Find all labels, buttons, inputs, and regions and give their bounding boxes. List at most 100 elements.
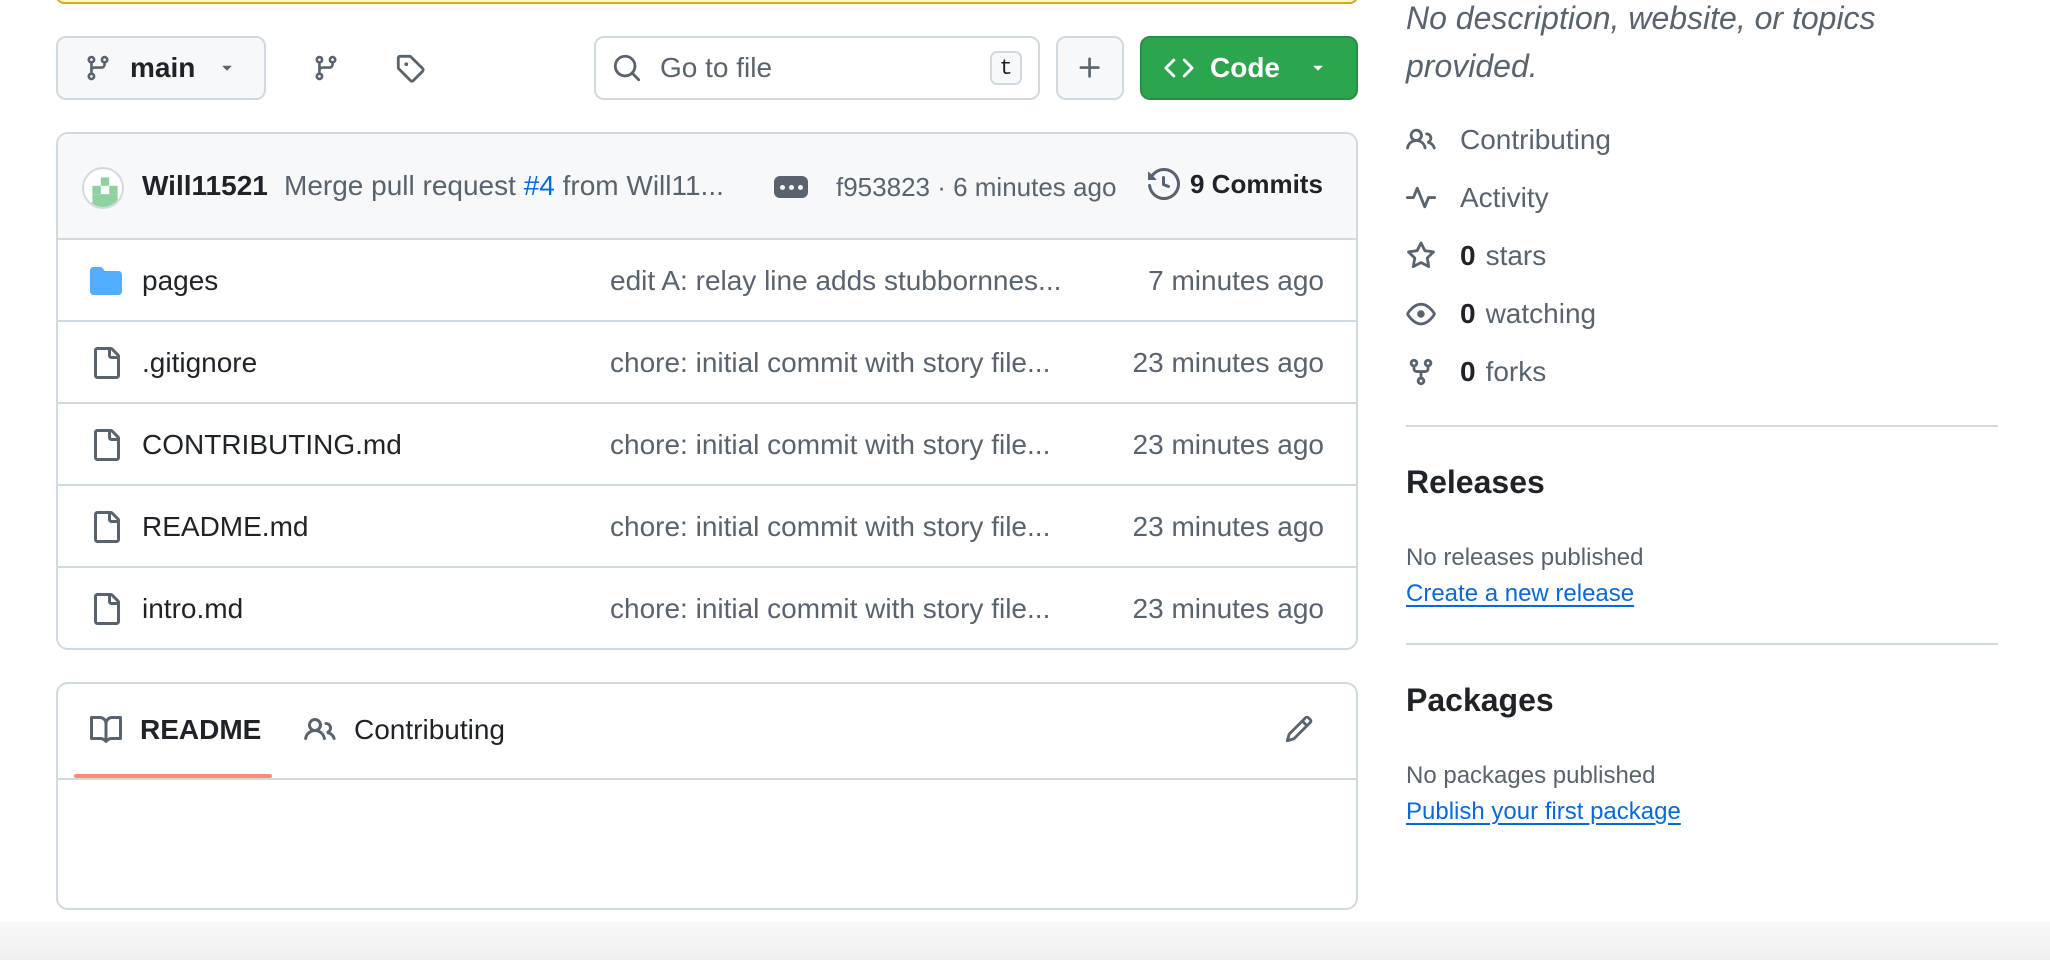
code-button[interactable]: Code [1140,36,1358,100]
expand-commit-message-button[interactable] [774,176,808,198]
packages-heading[interactable]: Packages [1406,682,1554,719]
folder-icon [90,265,122,304]
file-row[interactable]: .gitignore chore: initial commit with st… [58,322,1356,404]
sidebar-activity-link[interactable]: Activity [1406,182,1549,214]
branch-select-button[interactable]: main [56,36,266,100]
ellipsis-dot [797,184,803,190]
file-icon [90,347,122,386]
sidebar-watching-label: 0 watching [1460,298,1596,330]
repo-forked-icon [1406,357,1436,387]
file-name-link[interactable]: intro.md [142,593,243,625]
caret-down-icon [217,52,237,84]
search-icon [612,53,642,83]
sidebar-contributing-label: Contributing [1460,124,1611,155]
readme-tabs: README Contributing [58,684,1356,780]
file-row[interactable]: README.md chore: initial commit with sto… [58,486,1356,568]
pull-request-link[interactable]: #4 [524,170,555,201]
branches-button[interactable] [306,48,346,88]
commits-count: 9 Commits [1190,168,1323,199]
pulse-icon [1406,183,1436,213]
sidebar-divider [1406,425,1998,427]
latest-commit-bar: Will11521 Merge pull request #4 from Wil… [58,134,1356,240]
people-icon [304,714,336,746]
commit-author-link[interactable]: Will11521 [142,170,268,202]
git-branch-icon [312,54,340,82]
forks-text: forks [1485,356,1547,387]
file-commit-message[interactable]: chore: initial commit with story file... [610,593,1070,625]
tab-readme-label: README [140,714,262,745]
file-name-link[interactable]: README.md [142,511,308,543]
edit-readme-button[interactable] [1284,714,1314,744]
file-icon [90,511,122,550]
publish-package-link[interactable]: Publish your first package [1406,798,1681,826]
file-commit-time: 7 minutes ago [1148,265,1324,296]
about-description: No description, website, or topics provi… [1406,0,1876,84]
repo-page: main t Code [0,0,2050,960]
file-icon [90,593,122,632]
create-release-link[interactable]: Create a new release [1406,580,1634,608]
git-branch-icon [84,54,112,82]
commits-history-link[interactable]: 9 Commits [1148,168,1323,200]
sidebar-forks-label: 0 forks [1460,356,1546,388]
flash-banner-edge [56,0,1358,4]
file-commit-message[interactable]: chore: initial commit with story file... [610,429,1070,461]
file-commit-message[interactable]: edit A: relay line adds stubbornnes... [610,265,1070,297]
forks-count: 0 [1460,356,1476,387]
file-commit-time: 23 minutes ago [1132,347,1324,378]
file-icon [90,429,122,468]
file-name-link[interactable]: CONTRIBUTING.md [142,429,402,461]
file-name-link[interactable]: .gitignore [142,347,257,379]
book-icon [90,714,122,746]
ellipsis-dot [788,184,794,190]
commit-message-prefix: Merge pull request [284,170,516,201]
sidebar-forks-link[interactable]: 0 forks [1406,356,1546,388]
code-icon [1164,53,1194,83]
eye-icon [1406,299,1436,329]
file-browser: Will11521 Merge pull request #4 from Wil… [56,132,1358,650]
branch-name: main [130,52,196,83]
plus-icon [1076,54,1104,82]
commit-sha-time[interactable]: f953823 · 6 minutes ago [836,172,1116,203]
window-bottom-edge [0,922,2050,960]
commit-message[interactable]: Merge pull request #4 from Will11... [284,170,724,202]
sidebar-stars-label: 0 stars [1460,240,1546,272]
stars-text: stars [1485,240,1547,271]
file-commit-message[interactable]: chore: initial commit with story file... [610,511,1070,543]
pencil-icon [1284,714,1314,744]
author-avatar[interactable] [82,167,124,209]
file-name-link[interactable]: pages [142,265,218,297]
star-icon [1406,241,1436,271]
tab-contributing[interactable]: Contributing [304,714,505,746]
shortcut-hint: t [990,51,1022,85]
sidebar-divider [1406,643,1998,645]
file-commit-time: 23 minutes ago [1132,429,1324,460]
readme-panel: README Contributing [56,682,1358,910]
file-row[interactable]: pages edit A: relay line adds stubbornne… [58,240,1356,322]
people-icon [1406,125,1436,155]
stars-count: 0 [1460,240,1476,271]
commit-message-suffix: from Will11... [562,170,724,201]
sidebar-contributing-link[interactable]: Contributing [1406,124,1611,156]
file-row[interactable]: CONTRIBUTING.md chore: initial commit wi… [58,404,1356,486]
code-button-label: Code [1210,52,1280,83]
packages-note: No packages published [1406,762,1656,789]
go-to-file-search[interactable]: t [594,36,1040,100]
file-row[interactable]: intro.md chore: initial commit with stor… [58,568,1356,648]
releases-heading[interactable]: Releases [1406,464,1545,501]
watching-count: 0 [1460,298,1476,329]
sidebar-stars-link[interactable]: 0 stars [1406,240,1546,272]
releases-note: No releases published [1406,544,1644,571]
file-commit-message[interactable]: chore: initial commit with story file... [610,347,1070,379]
tab-readme[interactable]: README [90,714,261,746]
tag-icon [395,53,425,83]
sidebar-activity-label: Activity [1460,182,1549,213]
sidebar-watching-link[interactable]: 0 watching [1406,298,1596,330]
go-to-file-input[interactable] [658,51,958,85]
add-file-button[interactable] [1056,36,1124,100]
tags-button[interactable] [390,48,430,88]
tab-contributing-label: Contributing [354,714,505,745]
caret-down-icon [1308,52,1328,84]
file-commit-time: 23 minutes ago [1132,593,1324,624]
ellipsis-dot [779,184,785,190]
watching-text: watching [1485,298,1597,329]
